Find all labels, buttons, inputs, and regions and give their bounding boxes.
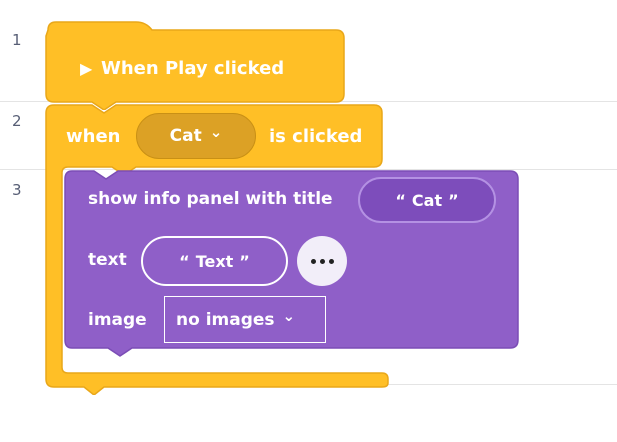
sprite-dropdown[interactable]: Cat ⌄ bbox=[136, 113, 256, 159]
image-dropdown[interactable]: no images ⌄ bbox=[164, 296, 326, 343]
title-value: Cat bbox=[411, 190, 443, 210]
text-value: Text bbox=[195, 251, 234, 271]
code-workspace: 1 2 3 ▶ When Play clicked when Cat ⌄ is … bbox=[0, 0, 617, 442]
quote-open: “ bbox=[179, 251, 190, 271]
show-info-panel-label: show info panel with title bbox=[88, 189, 333, 209]
dot bbox=[319, 258, 325, 264]
line-number-2: 2 bbox=[12, 112, 22, 130]
line-number-3: 3 bbox=[12, 181, 22, 199]
text-label: text bbox=[88, 250, 127, 270]
event-label: When Play clicked bbox=[101, 58, 285, 79]
chevron-down-icon: ⌄ bbox=[282, 306, 296, 325]
ellipsis-icon[interactable] bbox=[297, 236, 347, 286]
image-label: image bbox=[88, 310, 147, 330]
line-number-1: 1 bbox=[12, 31, 22, 49]
title-input[interactable]: “ Cat ” bbox=[358, 177, 496, 223]
is-clicked-label: is clicked bbox=[269, 126, 363, 147]
image-dropdown-value: no images bbox=[176, 309, 275, 330]
text-input[interactable]: “ Text ” bbox=[141, 236, 288, 286]
quote-close: ” bbox=[239, 251, 250, 271]
row-divider bbox=[382, 384, 617, 385]
chevron-down-icon: ⌄ bbox=[209, 123, 223, 141]
dot bbox=[328, 258, 334, 264]
sprite-dropdown-value: Cat bbox=[169, 126, 202, 146]
quote-open: “ bbox=[395, 190, 406, 210]
quote-close: ” bbox=[448, 190, 459, 210]
when-label: when bbox=[66, 126, 121, 147]
dot bbox=[310, 258, 316, 264]
play-icon: ▶ bbox=[80, 59, 93, 78]
